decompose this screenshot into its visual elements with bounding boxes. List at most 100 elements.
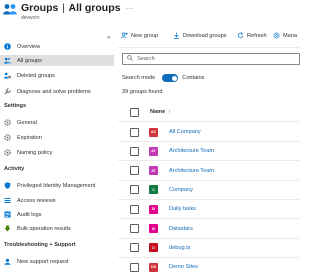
table-row[interactable]: AC All Company (118, 123, 300, 142)
page-title-sub: All groups (68, 2, 121, 14)
toolbar-divider (118, 47, 300, 48)
search-input[interactable] (137, 56, 287, 62)
row-checkbox[interactable] (130, 127, 139, 137)
gear-icon (4, 134, 11, 141)
sidebar-item-label: Privileged Identity Management (17, 182, 96, 189)
audit-log-icon (4, 211, 11, 218)
sidebar-item-diagnose[interactable]: Diagnose and solve problems (0, 86, 114, 97)
sidebar-item-general[interactable]: General (0, 117, 114, 128)
row-checkbox[interactable] (130, 204, 139, 214)
sidebar-item-audit-logs[interactable]: Audit logs (0, 209, 114, 220)
group-name-link[interactable]: Company (169, 187, 193, 193)
gear-icon (4, 119, 11, 126)
sidebar-item-pim[interactable]: Privileged Identity Management (0, 180, 114, 191)
sidebar-item-label: Bulk operation results (17, 225, 71, 232)
sidebar-item-new-support-request[interactable]: New support request (0, 256, 114, 267)
sidebar-item-overview[interactable]: Overview (0, 41, 114, 52)
sidebar-item-label: General (17, 119, 37, 126)
support-icon (4, 258, 11, 265)
row-checkbox[interactable] (130, 166, 139, 176)
groups-icon (4, 57, 11, 64)
group-name-link[interactable]: Demo Sites (169, 264, 198, 270)
column-header-name-label: Name (150, 109, 166, 115)
search-box[interactable] (122, 53, 300, 65)
group-avatar: D (149, 243, 158, 253)
manage-button[interactable]: Mana (273, 32, 297, 39)
sidebar-item-expiration[interactable]: Expiration (0, 132, 114, 143)
sidebar-item-label: Deleted groups (17, 72, 55, 79)
table-row[interactable]: AT Architecture Team (118, 142, 300, 162)
row-checkbox[interactable] (130, 262, 139, 272)
new-group-icon (121, 32, 128, 39)
row-checkbox[interactable] (130, 243, 139, 253)
sort-ascending-icon: ↑ (168, 109, 172, 115)
section-settings: Settings (4, 103, 27, 109)
row-checkbox[interactable] (130, 224, 139, 233)
page-title-main: Groups (21, 2, 59, 14)
download-groups-label: Download groups (183, 32, 227, 39)
section-activity: Activity (4, 166, 25, 172)
row-checkbox[interactable] (130, 146, 139, 156)
sidebar-item-naming-policy[interactable]: Naming policy (0, 147, 114, 158)
refresh-button[interactable]: Refresh (237, 32, 267, 39)
search-mode-toggle[interactable] (162, 74, 179, 82)
sidebar-item-label: Diagnose and solve problems (17, 88, 91, 95)
table-row[interactable]: DI Datastars (118, 220, 300, 239)
refresh-label: Refresh (247, 32, 267, 39)
sidebar-item-label: Access reviews (17, 197, 56, 204)
search-mode: Search mode Contains (122, 74, 204, 82)
access-reviews-icon (4, 197, 11, 204)
table-row[interactable]: AT Architecture Team (118, 162, 300, 181)
main-content: New group Download groups Refresh Mana S… (118, 28, 300, 274)
search-icon (127, 55, 133, 63)
row-checkbox[interactable] (130, 185, 139, 195)
groups-logo-icon (3, 4, 17, 15)
group-name-link[interactable]: All Company (169, 129, 201, 135)
column-header-name[interactable]: Name ↑ (150, 109, 171, 115)
page-header: Groups | All groups ... devworx (0, 0, 300, 24)
group-avatar: DI (149, 224, 158, 233)
group-name-link[interactable]: Daily tasks (169, 206, 196, 212)
more-options-button[interactable]: ... (126, 4, 133, 11)
section-troubleshooting: Troubleshooting + Support (4, 242, 76, 248)
table-row[interactable]: Ddebug.ts (118, 239, 300, 258)
sidebar-item-label: Expiration (17, 134, 42, 141)
group-name-link[interactable]: Architecture Team (169, 168, 214, 174)
org-name: devworx (21, 15, 40, 21)
sidebar-item-label: All groups (17, 57, 42, 64)
sidebar-item-label: New support request (17, 258, 69, 265)
title-separator: | (62, 2, 65, 14)
group-name-link[interactable]: debug.ts (169, 245, 190, 251)
bulk-icon (4, 225, 11, 232)
group-name-link[interactable]: Architecture Team (169, 148, 214, 154)
table-row[interactable]: DI Daily tasks (118, 200, 300, 220)
group-avatar: DI (149, 204, 158, 214)
info-icon (4, 43, 11, 50)
pim-icon (4, 182, 11, 189)
new-group-button[interactable]: New group (121, 32, 158, 39)
group-avatar: AC (149, 127, 158, 137)
group-avatar: DS (149, 262, 158, 272)
group-name-link[interactable]: Datastars (169, 226, 193, 232)
sidebar-item-label: Overview (17, 43, 41, 50)
gear-icon (4, 149, 11, 156)
sidebar-item-bulk-results[interactable]: Bulk operation results (0, 223, 114, 234)
deleted-groups-icon (4, 72, 11, 79)
page-title: Groups | All groups (21, 2, 120, 14)
new-group-label: New group (131, 32, 159, 39)
refresh-icon (237, 32, 244, 39)
wrench-icon (4, 88, 11, 95)
download-groups-button[interactable]: Download groups (173, 32, 227, 39)
sidebar-item-label: Audit logs (17, 211, 42, 218)
download-icon (173, 32, 180, 39)
select-all-checkbox[interactable] (130, 107, 139, 117)
gear-icon (273, 32, 280, 39)
table-row[interactable]: DS Demo Sites (118, 258, 300, 274)
table-row[interactable]: C Company (118, 181, 300, 200)
search-mode-label: Search mode (122, 75, 156, 81)
sidebar-item-all-groups[interactable]: All groups (0, 55, 114, 66)
results-count: 39 groups found (122, 89, 163, 95)
sidebar-item-access-reviews[interactable]: Access reviews (0, 195, 114, 206)
sidebar-item-label: Naming policy (17, 149, 53, 156)
sidebar-item-deleted-groups[interactable]: Deleted groups (0, 70, 114, 81)
